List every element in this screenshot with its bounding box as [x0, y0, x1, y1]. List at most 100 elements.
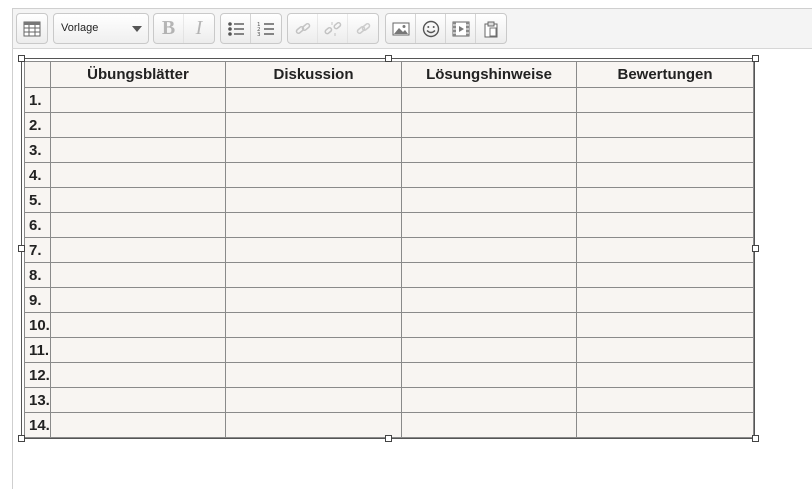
- table-cell[interactable]: [576, 312, 754, 338]
- table-cell[interactable]: [401, 412, 577, 438]
- table-cell[interactable]: [401, 212, 577, 238]
- row-number-cell[interactable]: 6.: [24, 212, 51, 238]
- table-cell[interactable]: [401, 112, 577, 138]
- table-cell[interactable]: [401, 287, 577, 313]
- resize-handle-left[interactable]: [18, 245, 25, 252]
- table-cell[interactable]: [50, 312, 226, 338]
- table-cell[interactable]: [50, 187, 226, 213]
- table-cell[interactable]: [576, 237, 754, 263]
- table-cell[interactable]: [401, 337, 577, 363]
- resize-handle-top-right[interactable]: [752, 55, 759, 62]
- table-cell[interactable]: [401, 187, 577, 213]
- table-cell[interactable]: [401, 87, 577, 113]
- header-cell-uebungsblaetter[interactable]: Übungsblätter: [50, 61, 226, 88]
- table-cell[interactable]: [225, 387, 402, 413]
- table-cell[interactable]: [225, 412, 402, 438]
- header-cell-loesungshinweise[interactable]: Lösungshinweise: [401, 61, 577, 88]
- table-cell[interactable]: [50, 412, 226, 438]
- table-cell[interactable]: [576, 362, 754, 388]
- table-cell[interactable]: [50, 212, 226, 238]
- table-header-row: Übungsblätter Diskussion Lösungshinweise…: [24, 61, 754, 88]
- table-cell[interactable]: [576, 287, 754, 313]
- table-cell[interactable]: [225, 162, 402, 188]
- table-cell[interactable]: [576, 137, 754, 163]
- paste-icon: [484, 21, 498, 37]
- table-cell[interactable]: [50, 337, 226, 363]
- table-cell[interactable]: [576, 162, 754, 188]
- image-button[interactable]: [386, 14, 416, 43]
- paste-button[interactable]: [476, 14, 506, 43]
- row-number-cell[interactable]: 12.: [24, 362, 51, 388]
- row-number-cell[interactable]: 11.: [24, 337, 51, 363]
- table-cell[interactable]: [225, 187, 402, 213]
- table-cell[interactable]: [50, 262, 226, 288]
- media-button[interactable]: [446, 14, 476, 43]
- row-number-cell[interactable]: 13.: [24, 387, 51, 413]
- table-cell[interactable]: [50, 162, 226, 188]
- row-number-cell[interactable]: 4.: [24, 162, 51, 188]
- bold-button[interactable]: B: [154, 14, 184, 43]
- row-number-cell[interactable]: 8.: [24, 262, 51, 288]
- table-cell[interactable]: [50, 287, 226, 313]
- row-number-cell[interactable]: 14.: [24, 412, 51, 438]
- table-cell[interactable]: [576, 337, 754, 363]
- unlink-button[interactable]: [318, 14, 348, 43]
- table-cell[interactable]: [401, 387, 577, 413]
- row-number-cell[interactable]: 9.: [24, 287, 51, 313]
- table-cell[interactable]: [50, 237, 226, 263]
- header-cell-bewertungen[interactable]: Bewertungen: [576, 61, 754, 88]
- resize-handle-top-left[interactable]: [18, 55, 25, 62]
- table-cell[interactable]: [50, 112, 226, 138]
- table-cell[interactable]: [50, 87, 226, 113]
- table-cell[interactable]: [225, 237, 402, 263]
- data-table[interactable]: Übungsblätter Diskussion Lösungshinweise…: [24, 61, 754, 438]
- table-cell[interactable]: [576, 262, 754, 288]
- table-cell[interactable]: [576, 387, 754, 413]
- resize-handle-bottom-right[interactable]: [752, 435, 759, 442]
- table-cell[interactable]: [576, 112, 754, 138]
- table-cell[interactable]: [225, 262, 402, 288]
- row-number-cell[interactable]: 3.: [24, 137, 51, 163]
- resize-handle-top[interactable]: [385, 55, 392, 62]
- resize-handle-bottom[interactable]: [385, 435, 392, 442]
- table-cell[interactable]: [225, 137, 402, 163]
- table-cell[interactable]: [576, 87, 754, 113]
- table-cell[interactable]: [225, 362, 402, 388]
- table-cell[interactable]: [225, 212, 402, 238]
- table-cell[interactable]: [401, 162, 577, 188]
- table-cell[interactable]: [50, 387, 226, 413]
- table-cell[interactable]: [50, 362, 226, 388]
- table-cell[interactable]: [225, 312, 402, 338]
- table-cell[interactable]: [401, 362, 577, 388]
- table-cell[interactable]: [225, 87, 402, 113]
- numbered-list-button[interactable]: 1 2 3: [251, 14, 281, 43]
- table-cell[interactable]: [50, 137, 226, 163]
- anchor-button[interactable]: [348, 14, 378, 43]
- table-cell[interactable]: [401, 137, 577, 163]
- header-cell-diskussion[interactable]: Diskussion: [225, 61, 402, 88]
- table-cell[interactable]: [225, 287, 402, 313]
- table-cell[interactable]: [225, 337, 402, 363]
- row-number-cell[interactable]: 10.: [24, 312, 51, 338]
- bullet-list-button[interactable]: [221, 14, 251, 43]
- table-button[interactable]: [17, 14, 47, 43]
- table-cell[interactable]: [401, 237, 577, 263]
- row-number-cell[interactable]: 7.: [24, 237, 51, 263]
- link-button[interactable]: [288, 14, 318, 43]
- row-number-cell[interactable]: 2.: [24, 112, 51, 138]
- table-cell[interactable]: [401, 312, 577, 338]
- table-selection-frame[interactable]: Übungsblätter Diskussion Lösungshinweise…: [21, 58, 755, 439]
- table-cell[interactable]: [576, 412, 754, 438]
- resize-handle-bottom-left[interactable]: [18, 435, 25, 442]
- table-cell[interactable]: [401, 262, 577, 288]
- header-cell-rownum[interactable]: [24, 61, 51, 88]
- table-cell[interactable]: [576, 187, 754, 213]
- row-number-cell[interactable]: 5.: [24, 187, 51, 213]
- row-number-cell[interactable]: 1.: [24, 87, 51, 113]
- resize-handle-right[interactable]: [752, 245, 759, 252]
- table-cell[interactable]: [225, 112, 402, 138]
- table-cell[interactable]: [576, 212, 754, 238]
- italic-button[interactable]: I: [184, 14, 214, 43]
- format-select[interactable]: Vorlage: [53, 13, 149, 44]
- emoticon-button[interactable]: [416, 14, 446, 43]
